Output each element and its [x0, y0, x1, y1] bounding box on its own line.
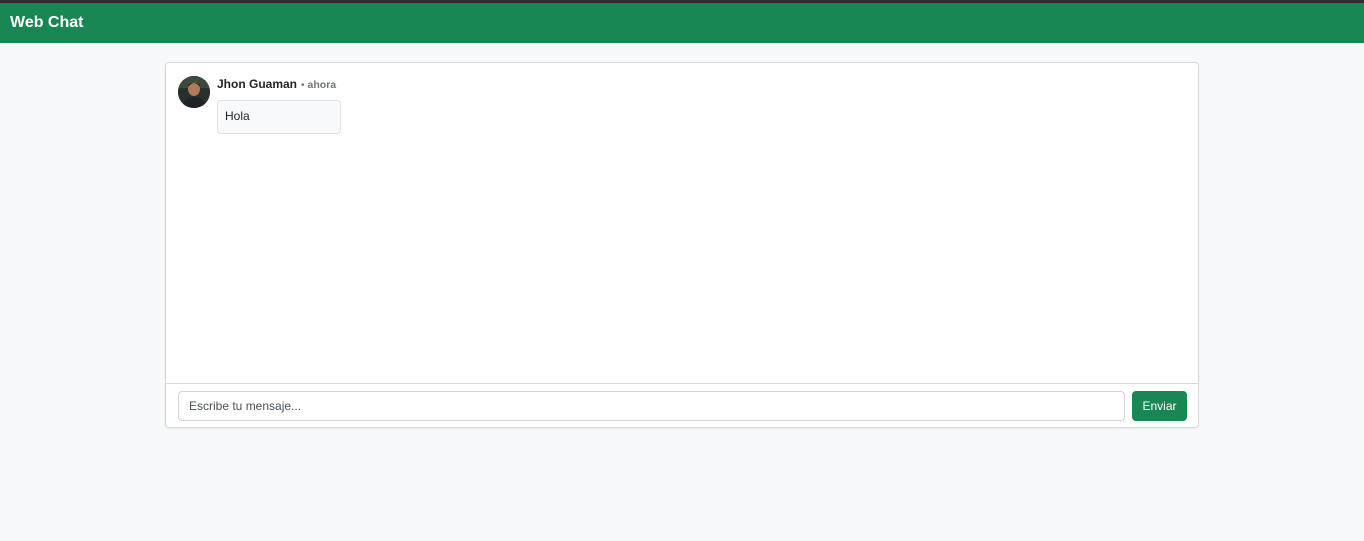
message-composer: Enviar [178, 391, 1187, 421]
message-header: Jhon Guaman • ahora [217, 77, 341, 97]
separator-dot: • [301, 80, 305, 91]
chat-message: Jhon Guaman • ahora Hola [178, 76, 341, 134]
navbar: Web Chat [0, 3, 1364, 43]
send-button[interactable]: Enviar [1132, 391, 1187, 421]
message-time: ahora [307, 79, 337, 91]
message-input[interactable] [178, 391, 1125, 421]
message-bubble: Hola [217, 100, 341, 134]
message-author: Jhon Guaman [217, 77, 298, 91]
message-body: Jhon Guaman • ahora Hola [217, 76, 341, 134]
navbar-brand[interactable]: Web Chat [10, 14, 83, 32]
user-photo-avatar-icon [178, 76, 210, 108]
chat-card: Jhon Guaman • ahora Hola Enviar [165, 62, 1199, 428]
message-list[interactable]: Jhon Guaman • ahora Hola [166, 63, 1198, 384]
avatar [178, 76, 210, 108]
